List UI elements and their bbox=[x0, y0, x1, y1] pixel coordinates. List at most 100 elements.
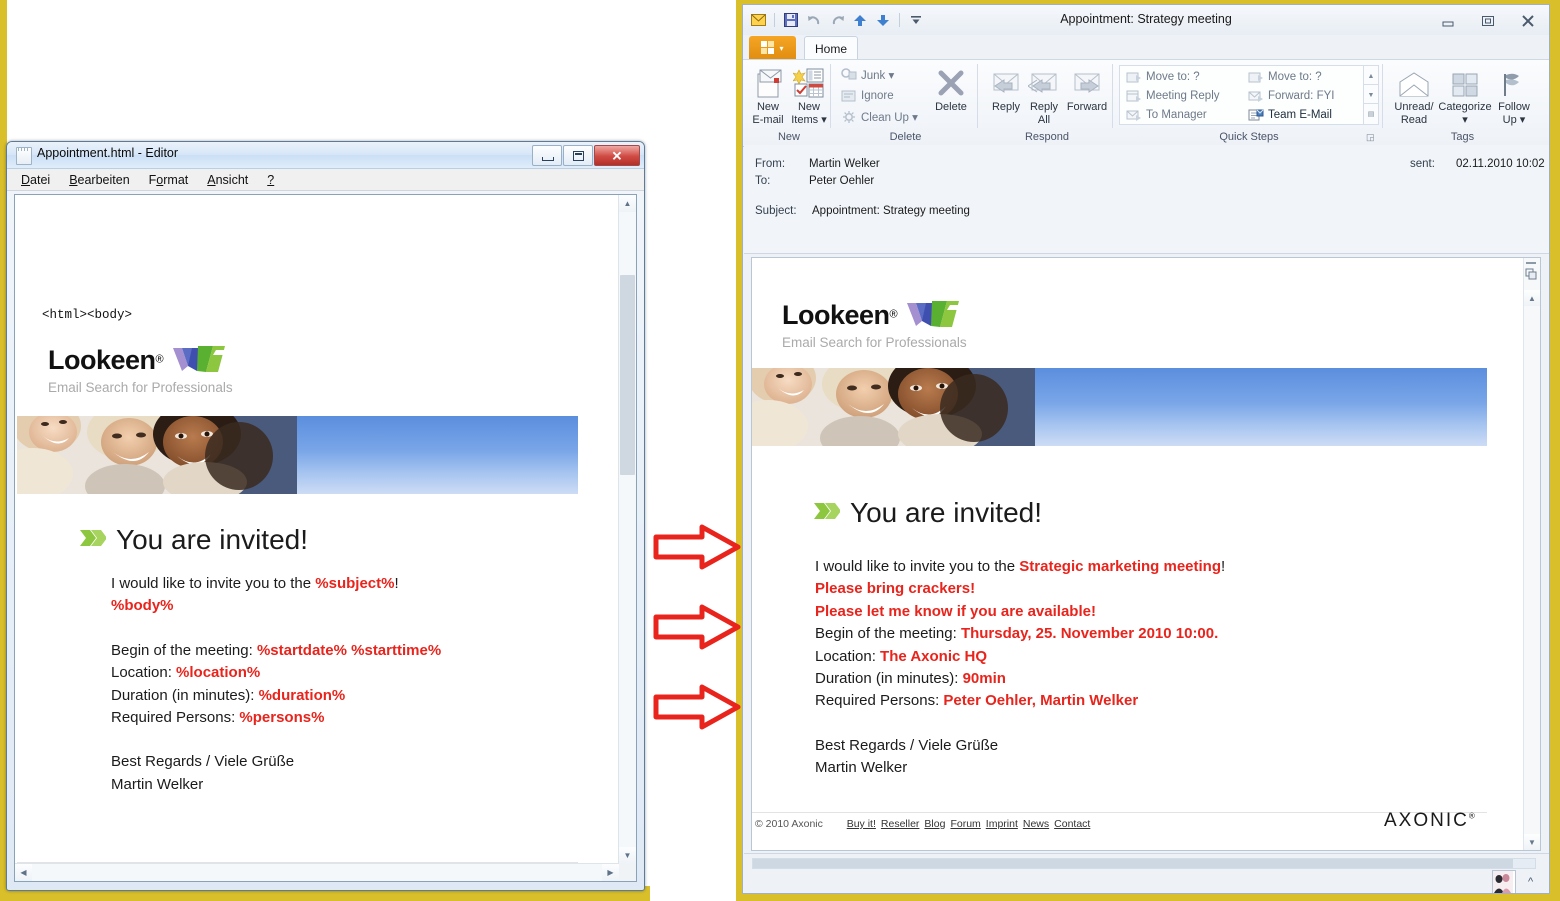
scroll-left-button[interactable]: ◀ bbox=[15, 864, 32, 881]
notepad-menubar[interactable]: Datei Bearbeiten Format Ansicht ? bbox=[7, 169, 644, 191]
forward-button[interactable]: Forward bbox=[1061, 64, 1113, 114]
clean-up-button[interactable]: Clean Up ▾ bbox=[841, 109, 918, 125]
junk-label: Junk ▾ bbox=[861, 70, 895, 82]
notepad-horizontal-scrollbar[interactable]: ◀ ▶ bbox=[15, 863, 619, 881]
notepad-text-area[interactable]: <html><body> Lookeen® Email Search for P… bbox=[15, 195, 619, 864]
footer-link-imprint[interactable]: Imprint bbox=[986, 818, 1018, 830]
expand-chevron-up-icon[interactable]: ^ bbox=[1528, 876, 1533, 888]
scroll-down-button[interactable]: ▼ bbox=[619, 847, 636, 864]
categorize-label-line1: Categorize bbox=[1438, 101, 1492, 113]
ribbon-separator-4 bbox=[1382, 64, 1383, 128]
follow-up-button[interactable]: Follow Up ▾ bbox=[1491, 64, 1537, 126]
scroll-up-button[interactable]: ▲ bbox=[619, 195, 636, 212]
new-items-button[interactable]: New Items ▾ bbox=[787, 64, 831, 126]
menu-item-format[interactable]: Format bbox=[149, 173, 189, 187]
junk-icon bbox=[841, 67, 857, 83]
unread-read-label-line2: Read bbox=[1400, 113, 1428, 126]
reply-icon bbox=[985, 64, 1027, 98]
outlook-tab-row[interactable]: ▾ Home bbox=[743, 35, 1549, 61]
footer-link-forum[interactable]: Forum bbox=[950, 818, 980, 830]
contact-photo-thumbnail[interactable] bbox=[1492, 870, 1516, 893]
reply-all-button[interactable]: Reply All bbox=[1023, 64, 1065, 126]
delete-button[interactable]: Delete bbox=[928, 64, 974, 114]
footer-divider bbox=[752, 812, 1487, 813]
menu-item-help[interactable]: ? bbox=[267, 173, 274, 187]
body-line-invite: I would like to invite you to the Strate… bbox=[815, 556, 1225, 578]
new-email-label-line1: New bbox=[756, 101, 779, 113]
quick-step-move-to-1[interactable]: Move to: ? bbox=[1126, 69, 1200, 85]
menu-item-bearbeiten[interactable]: Bearbeiten bbox=[69, 173, 129, 187]
quick-steps-expand[interactable]: ▤ bbox=[1363, 103, 1379, 125]
quick-step-move-to-2[interactable]: Move to: ? bbox=[1248, 69, 1322, 85]
subject-placeholder: %subject% bbox=[315, 575, 395, 592]
axonic-registered-mark: ® bbox=[1468, 811, 1477, 821]
footer-link-contact[interactable]: Contact bbox=[1054, 818, 1090, 830]
notepad-vscroll-thumb[interactable] bbox=[620, 275, 635, 475]
outlook-close-button[interactable] bbox=[1517, 13, 1539, 29]
notepad-client-area[interactable]: <html><body> Lookeen® Email Search for P… bbox=[14, 194, 637, 882]
reading-pane-scrollbar[interactable]: ▲ ▼ bbox=[1523, 258, 1540, 850]
reading-pane-scroll-up[interactable]: ▲ bbox=[1524, 290, 1540, 306]
reading-pane[interactable]: Lookeen ® Email Search for Professionals … bbox=[751, 257, 1541, 851]
outlook-window[interactable]: Appointment: Strategy meeting ▾ Home New… bbox=[742, 4, 1550, 894]
mail-header: From: Martin Welker To: Peter Oehler sen… bbox=[744, 145, 1549, 254]
reply-button[interactable]: Reply bbox=[985, 64, 1027, 114]
quick-step-team-email[interactable]: Team E-Mail bbox=[1248, 107, 1332, 123]
categorize-button[interactable]: Categorize ▾ bbox=[1437, 64, 1493, 126]
reading-pane-scroll-down[interactable]: ▼ bbox=[1524, 834, 1540, 850]
cleanup-icon bbox=[841, 109, 857, 125]
subject-value-text: Strategic marketing meeting bbox=[1019, 558, 1222, 575]
tab-home[interactable]: Home bbox=[804, 36, 858, 61]
scroll-right-button[interactable]: ▶ bbox=[602, 864, 619, 881]
notepad-resize-grip[interactable] bbox=[619, 864, 636, 881]
begin-label: Begin of the meeting: bbox=[815, 625, 961, 643]
menu-item-ansicht[interactable]: Ansicht bbox=[207, 173, 248, 187]
footer-link-buy-it[interactable]: Buy it! bbox=[847, 818, 876, 830]
new-email-button[interactable]: New E-mail bbox=[747, 64, 789, 126]
file-menu-button[interactable]: ▾ bbox=[749, 36, 796, 60]
subject-value[interactable]: Appointment: Strategy meeting bbox=[812, 205, 970, 217]
delete-label: Delete bbox=[935, 101, 967, 113]
ignore-button[interactable]: Ignore bbox=[841, 88, 894, 104]
outlook-ribbon[interactable]: New E-mail New Items ▾ New Junk ▾ Ignore… bbox=[743, 59, 1549, 147]
notepad-close-button[interactable]: ✕ bbox=[594, 145, 640, 166]
quick-step-forward-fyi[interactable]: Forward: FYI bbox=[1248, 88, 1334, 104]
move-to-icon bbox=[1126, 69, 1142, 85]
right-arrow-icon-2 bbox=[652, 603, 742, 656]
ribbon-group-respond: Reply Reply All Forward Respond bbox=[981, 60, 1113, 146]
menu-item-datei[interactable]: Datei bbox=[21, 173, 50, 187]
notepad-minimize-button[interactable] bbox=[532, 145, 562, 166]
notepad-vertical-scrollbar[interactable]: ▲ ▼ bbox=[618, 195, 636, 864]
outlook-restore-button[interactable] bbox=[1477, 13, 1499, 29]
notepad-window-buttons[interactable]: ✕ bbox=[531, 145, 640, 166]
to-value[interactable]: Peter Oehler bbox=[809, 175, 874, 187]
body-line-location: Location: The Axonic HQ bbox=[815, 646, 1225, 668]
notepad-titlebar[interactable]: Appointment.html - Editor ✕ bbox=[7, 142, 644, 169]
outlook-titlebar[interactable]: Appointment: Strategy meeting bbox=[743, 5, 1549, 35]
from-value[interactable]: Martin Welker bbox=[809, 158, 880, 170]
footer-link-blog[interactable]: Blog bbox=[924, 818, 945, 830]
lookeen-wordmark: Lookeen bbox=[782, 300, 890, 330]
footer-link-reseller[interactable]: Reseller bbox=[881, 818, 920, 830]
notepad-maximize-button[interactable] bbox=[563, 145, 593, 166]
quick-step-meeting-reply[interactable]: Meeting Reply bbox=[1126, 88, 1220, 104]
email-preview-template: Lookeen® Email Search for Professionals … bbox=[17, 330, 578, 864]
notepad-window[interactable]: Appointment.html - Editor ✕ Datei Bearbe… bbox=[6, 141, 645, 891]
zoom-control-icon[interactable] bbox=[1524, 261, 1538, 289]
frame-bottom-right-edge bbox=[736, 894, 1560, 901]
quick-steps-gallery[interactable]: Move to: ? Meeting Reply To Manager Move… bbox=[1119, 65, 1365, 125]
startdate-value: Thursday, 25. November 2010 10:00. bbox=[960, 625, 1219, 643]
frame-right-edge bbox=[1550, 0, 1560, 901]
ribbon-separator-1 bbox=[830, 64, 831, 128]
dialog-launcher-icon[interactable]: ◲ bbox=[1366, 132, 1377, 143]
junk-button[interactable]: Junk ▾ bbox=[841, 67, 894, 83]
startdate-placeholder: %startdate% %starttime% bbox=[256, 641, 442, 659]
new-items-label-line1: New bbox=[797, 101, 820, 113]
outlook-minimize-button[interactable] bbox=[1437, 13, 1459, 29]
unread-read-button[interactable]: Unread/ Read bbox=[1389, 64, 1439, 126]
footer-link-news[interactable]: News bbox=[1023, 818, 1049, 830]
reading-pane-hscrollbar[interactable] bbox=[752, 858, 1536, 869]
quick-step-to-manager[interactable]: To Manager bbox=[1126, 107, 1207, 123]
outlook-window-buttons[interactable] bbox=[1437, 13, 1539, 29]
